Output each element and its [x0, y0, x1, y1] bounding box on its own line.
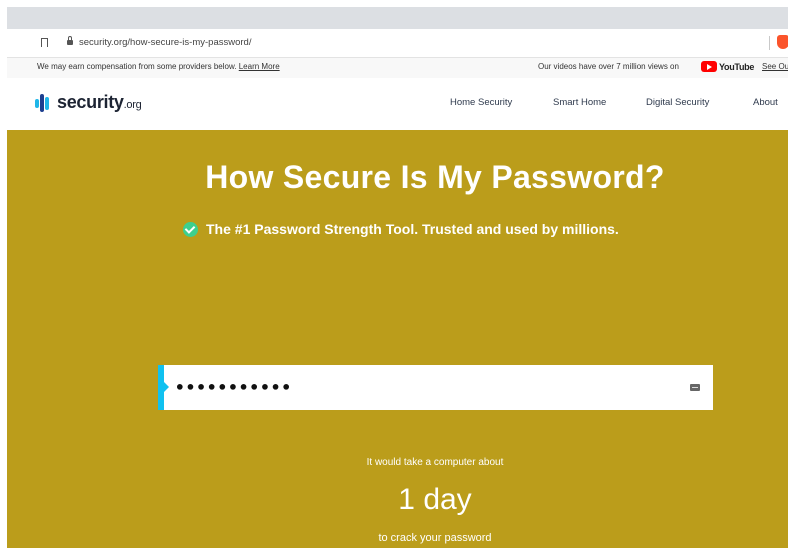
page-title: How Secure Is My Password? — [205, 159, 665, 195]
lock-icon[interactable] — [67, 36, 73, 45]
address-bar[interactable]: security.org/how-secure-is-my-password/ — [7, 29, 788, 58]
keyboard-icon[interactable] — [690, 384, 700, 391]
crack-time-outro: to crack your password — [378, 532, 492, 544]
browser-window: security.org/how-secure-is-my-password/ … — [7, 7, 788, 548]
nav-about[interactable]: About — [753, 97, 778, 108]
subtitle-text: The #1 Password Strength Tool. Trusted a… — [206, 221, 619, 237]
youtube-play-icon — [701, 61, 717, 72]
logo-bars-icon — [35, 93, 54, 112]
videos-text: Our videos have over 7 million views on — [538, 62, 679, 71]
logo-bar — [45, 96, 49, 110]
crack-time-value: 1 day — [398, 483, 472, 516]
compensation-text: We may earn compensation from some provi… — [37, 62, 237, 71]
logo-suffix: .org — [123, 99, 142, 111]
affiliate-notice-bar: We may earn compensation from some provi… — [7, 58, 788, 78]
logo-name: security — [57, 92, 124, 112]
input-focus-accent — [158, 365, 169, 410]
youtube-logo[interactable]: YouTube — [701, 61, 754, 72]
nav-smart-home[interactable]: Smart Home — [553, 97, 606, 108]
password-field-container[interactable] — [158, 365, 713, 410]
hero-subtitle: The #1 Password Strength Tool. Trusted a… — [183, 221, 619, 237]
crack-time-intro: It would take a computer about — [366, 457, 504, 468]
compensation-notice: We may earn compensation from some provi… — [37, 62, 280, 71]
hero-section: How Secure Is My Password? The #1 Passwo… — [7, 130, 788, 548]
brave-shield-icon[interactable] — [777, 35, 788, 49]
tab-strip — [7, 7, 788, 29]
youtube-wordmark: YouTube — [719, 61, 755, 72]
url-text[interactable]: security.org/how-secure-is-my-password/ — [79, 35, 251, 51]
password-input[interactable] — [175, 375, 675, 399]
check-circle-icon — [183, 221, 198, 237]
logo-bar — [35, 98, 39, 108]
nav-digital-security[interactable]: Digital Security — [646, 97, 709, 108]
logo-text: security.org — [57, 92, 142, 113]
security-org-logo[interactable]: security.org — [35, 92, 142, 113]
nav-home-security[interactable]: Home Security — [450, 97, 512, 108]
bookmark-icon[interactable] — [41, 38, 48, 47]
site-header: security.org Home Security Smart Home Di… — [7, 78, 788, 130]
address-separator — [769, 36, 770, 50]
logo-bar — [40, 93, 44, 112]
learn-more-link[interactable]: Learn More — [239, 62, 280, 71]
see-our-link[interactable]: See Ou — [762, 62, 788, 71]
